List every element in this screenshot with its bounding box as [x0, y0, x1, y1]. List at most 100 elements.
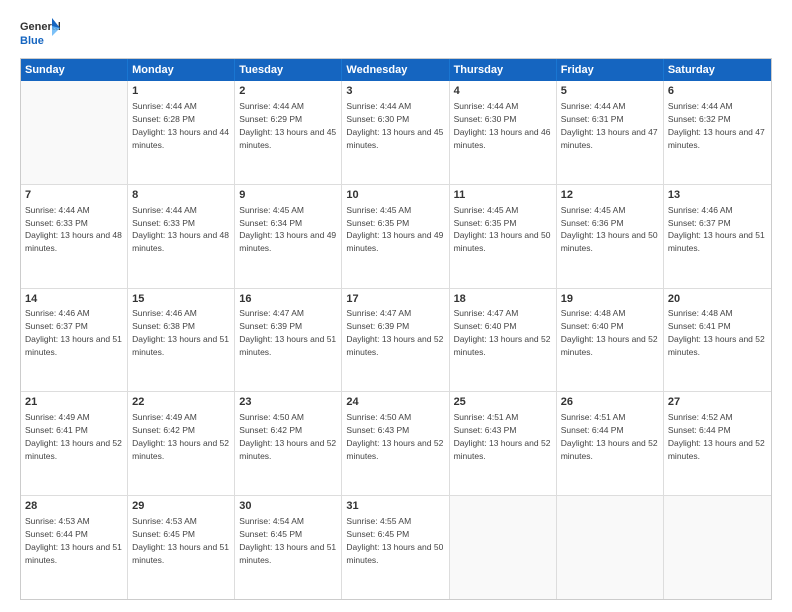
cell-info: Sunrise: 4:53 AM Sunset: 6:44 PM Dayligh…	[25, 516, 122, 565]
day-number: 17	[346, 292, 444, 307]
cell-info: Sunrise: 4:48 AM Sunset: 6:41 PM Dayligh…	[668, 308, 765, 357]
day-cell-8: 8 Sunrise: 4:44 AM Sunset: 6:33 PM Daylig…	[128, 185, 235, 288]
cell-info: Sunrise: 4:54 AM Sunset: 6:45 PM Dayligh…	[239, 516, 336, 565]
day-number: 24	[346, 395, 444, 410]
day-cell-4: 4 Sunrise: 4:44 AM Sunset: 6:30 PM Daylig…	[450, 81, 557, 184]
day-number: 30	[239, 499, 337, 514]
day-number: 23	[239, 395, 337, 410]
cell-info: Sunrise: 4:45 AM Sunset: 6:35 PM Dayligh…	[346, 205, 443, 254]
cell-info: Sunrise: 4:50 AM Sunset: 6:43 PM Dayligh…	[346, 412, 443, 461]
day-cell-17: 17Sunrise: 4:47 AM Sunset: 6:39 PM Dayli…	[342, 289, 449, 392]
day-cell-empty	[21, 81, 128, 184]
cell-info: Sunrise: 4:49 AM Sunset: 6:41 PM Dayligh…	[25, 412, 122, 461]
day-cell-29: 29 Sunrise: 4:53 AM Sunset: 6:45 PM Dayli…	[128, 496, 235, 599]
svg-text:Blue: Blue	[20, 35, 44, 47]
day-number: 13	[668, 188, 767, 203]
logo-svg: General Blue	[20, 16, 60, 52]
day-number: 11	[454, 188, 552, 203]
calendar-row-3: 14Sunrise: 4:46 AM Sunset: 6:37 PM Dayli…	[21, 288, 771, 392]
day-number: 20	[668, 292, 767, 307]
cell-info: Sunrise: 4:47 AM Sunset: 6:39 PM Dayligh…	[239, 308, 336, 357]
cell-info: Sunrise: 4:50 AM Sunset: 6:42 PM Dayligh…	[239, 412, 336, 461]
cell-info: Sunrise: 4:46 AM Sunset: 6:37 PM Dayligh…	[668, 205, 765, 254]
day-number: 4	[454, 84, 552, 99]
cell-info: Sunrise: 4:44 AM Sunset: 6:29 PM Dayligh…	[239, 101, 336, 150]
day-number: 19	[561, 292, 659, 307]
calendar-row-5: 28 Sunrise: 4:53 AM Sunset: 6:44 PM Dayli…	[21, 495, 771, 599]
day-number: 15	[132, 292, 230, 307]
day-cell-20: 20Sunrise: 4:48 AM Sunset: 6:41 PM Dayli…	[664, 289, 771, 392]
day-cell-24: 24 Sunrise: 4:50 AM Sunset: 6:43 PM Dayli…	[342, 392, 449, 495]
cell-info: Sunrise: 4:44 AM Sunset: 6:30 PM Dayligh…	[454, 101, 551, 150]
cell-info: Sunrise: 4:53 AM Sunset: 6:45 PM Dayligh…	[132, 516, 229, 565]
day-number: 21	[25, 395, 123, 410]
day-number: 28	[25, 499, 123, 514]
day-cell-5: 5Sunrise: 4:44 AM Sunset: 6:31 PM Daylig…	[557, 81, 664, 184]
day-cell-3: 3Sunrise: 4:44 AM Sunset: 6:30 PM Daylig…	[342, 81, 449, 184]
day-cell-14: 14Sunrise: 4:46 AM Sunset: 6:37 PM Dayli…	[21, 289, 128, 392]
cell-info: Sunrise: 4:45 AM Sunset: 6:36 PM Dayligh…	[561, 205, 658, 254]
cell-info: Sunrise: 4:52 AM Sunset: 6:44 PM Dayligh…	[668, 412, 765, 461]
day-cell-6: 6 Sunrise: 4:44 AM Sunset: 6:32 PM Daylig…	[664, 81, 771, 184]
cell-info: Sunrise: 4:44 AM Sunset: 6:33 PM Dayligh…	[25, 205, 122, 254]
calendar-row-2: 7 Sunrise: 4:44 AM Sunset: 6:33 PM Daylig…	[21, 184, 771, 288]
day-number: 10	[346, 188, 444, 203]
day-number: 27	[668, 395, 767, 410]
day-cell-15: 15Sunrise: 4:46 AM Sunset: 6:38 PM Dayli…	[128, 289, 235, 392]
header-cell-tuesday: Tuesday	[235, 59, 342, 81]
day-cell-12: 12 Sunrise: 4:45 AM Sunset: 6:36 PM Dayli…	[557, 185, 664, 288]
header-cell-saturday: Saturday	[664, 59, 771, 81]
day-number: 1	[132, 84, 230, 99]
day-number: 18	[454, 292, 552, 307]
cell-info: Sunrise: 4:49 AM Sunset: 6:42 PM Dayligh…	[132, 412, 229, 461]
day-number: 14	[25, 292, 123, 307]
cell-info: Sunrise: 4:51 AM Sunset: 6:43 PM Dayligh…	[454, 412, 551, 461]
day-cell-23: 23 Sunrise: 4:50 AM Sunset: 6:42 PM Dayli…	[235, 392, 342, 495]
calendar-row-4: 21 Sunrise: 4:49 AM Sunset: 6:41 PM Dayli…	[21, 391, 771, 495]
day-cell-2: 2Sunrise: 4:44 AM Sunset: 6:29 PM Daylig…	[235, 81, 342, 184]
logo: General Blue	[20, 16, 60, 52]
cell-info: Sunrise: 4:44 AM Sunset: 6:31 PM Dayligh…	[561, 101, 658, 150]
day-cell-22: 22 Sunrise: 4:49 AM Sunset: 6:42 PM Dayli…	[128, 392, 235, 495]
day-cell-7: 7 Sunrise: 4:44 AM Sunset: 6:33 PM Daylig…	[21, 185, 128, 288]
header-cell-sunday: Sunday	[21, 59, 128, 81]
day-cell-1: 1 Sunrise: 4:44 AM Sunset: 6:28 PM Daylig…	[128, 81, 235, 184]
day-number: 26	[561, 395, 659, 410]
day-number: 29	[132, 499, 230, 514]
day-cell-10: 10 Sunrise: 4:45 AM Sunset: 6:35 PM Dayli…	[342, 185, 449, 288]
day-number: 25	[454, 395, 552, 410]
calendar: SundayMondayTuesdayWednesdayThursdayFrid…	[20, 58, 772, 600]
day-cell-25: 25 Sunrise: 4:51 AM Sunset: 6:43 PM Dayli…	[450, 392, 557, 495]
day-cell-empty	[664, 496, 771, 599]
day-cell-empty	[557, 496, 664, 599]
day-number: 8	[132, 188, 230, 203]
calendar-header: SundayMondayTuesdayWednesdayThursdayFrid…	[21, 59, 771, 81]
day-cell-19: 19Sunrise: 4:48 AM Sunset: 6:40 PM Dayli…	[557, 289, 664, 392]
header-cell-friday: Friday	[557, 59, 664, 81]
day-cell-18: 18Sunrise: 4:47 AM Sunset: 6:40 PM Dayli…	[450, 289, 557, 392]
cell-info: Sunrise: 4:45 AM Sunset: 6:34 PM Dayligh…	[239, 205, 336, 254]
day-number: 22	[132, 395, 230, 410]
day-number: 6	[668, 84, 767, 99]
day-number: 3	[346, 84, 444, 99]
header-cell-wednesday: Wednesday	[342, 59, 449, 81]
day-cell-21: 21 Sunrise: 4:49 AM Sunset: 6:41 PM Dayli…	[21, 392, 128, 495]
day-cell-31: 31Sunrise: 4:55 AM Sunset: 6:45 PM Dayli…	[342, 496, 449, 599]
cell-info: Sunrise: 4:46 AM Sunset: 6:38 PM Dayligh…	[132, 308, 229, 357]
cell-info: Sunrise: 4:47 AM Sunset: 6:40 PM Dayligh…	[454, 308, 551, 357]
day-number: 7	[25, 188, 123, 203]
day-cell-16: 16Sunrise: 4:47 AM Sunset: 6:39 PM Dayli…	[235, 289, 342, 392]
calendar-row-1: 1 Sunrise: 4:44 AM Sunset: 6:28 PM Daylig…	[21, 81, 771, 184]
cell-info: Sunrise: 4:44 AM Sunset: 6:33 PM Dayligh…	[132, 205, 229, 254]
calendar-body: 1 Sunrise: 4:44 AM Sunset: 6:28 PM Daylig…	[21, 81, 771, 599]
cell-info: Sunrise: 4:55 AM Sunset: 6:45 PM Dayligh…	[346, 516, 443, 565]
day-cell-empty	[450, 496, 557, 599]
day-number: 12	[561, 188, 659, 203]
cell-info: Sunrise: 4:44 AM Sunset: 6:28 PM Dayligh…	[132, 101, 229, 150]
day-number: 9	[239, 188, 337, 203]
cell-info: Sunrise: 4:44 AM Sunset: 6:32 PM Dayligh…	[668, 101, 765, 150]
cell-info: Sunrise: 4:48 AM Sunset: 6:40 PM Dayligh…	[561, 308, 658, 357]
cell-info: Sunrise: 4:51 AM Sunset: 6:44 PM Dayligh…	[561, 412, 658, 461]
day-number: 16	[239, 292, 337, 307]
day-cell-11: 11Sunrise: 4:45 AM Sunset: 6:35 PM Dayli…	[450, 185, 557, 288]
